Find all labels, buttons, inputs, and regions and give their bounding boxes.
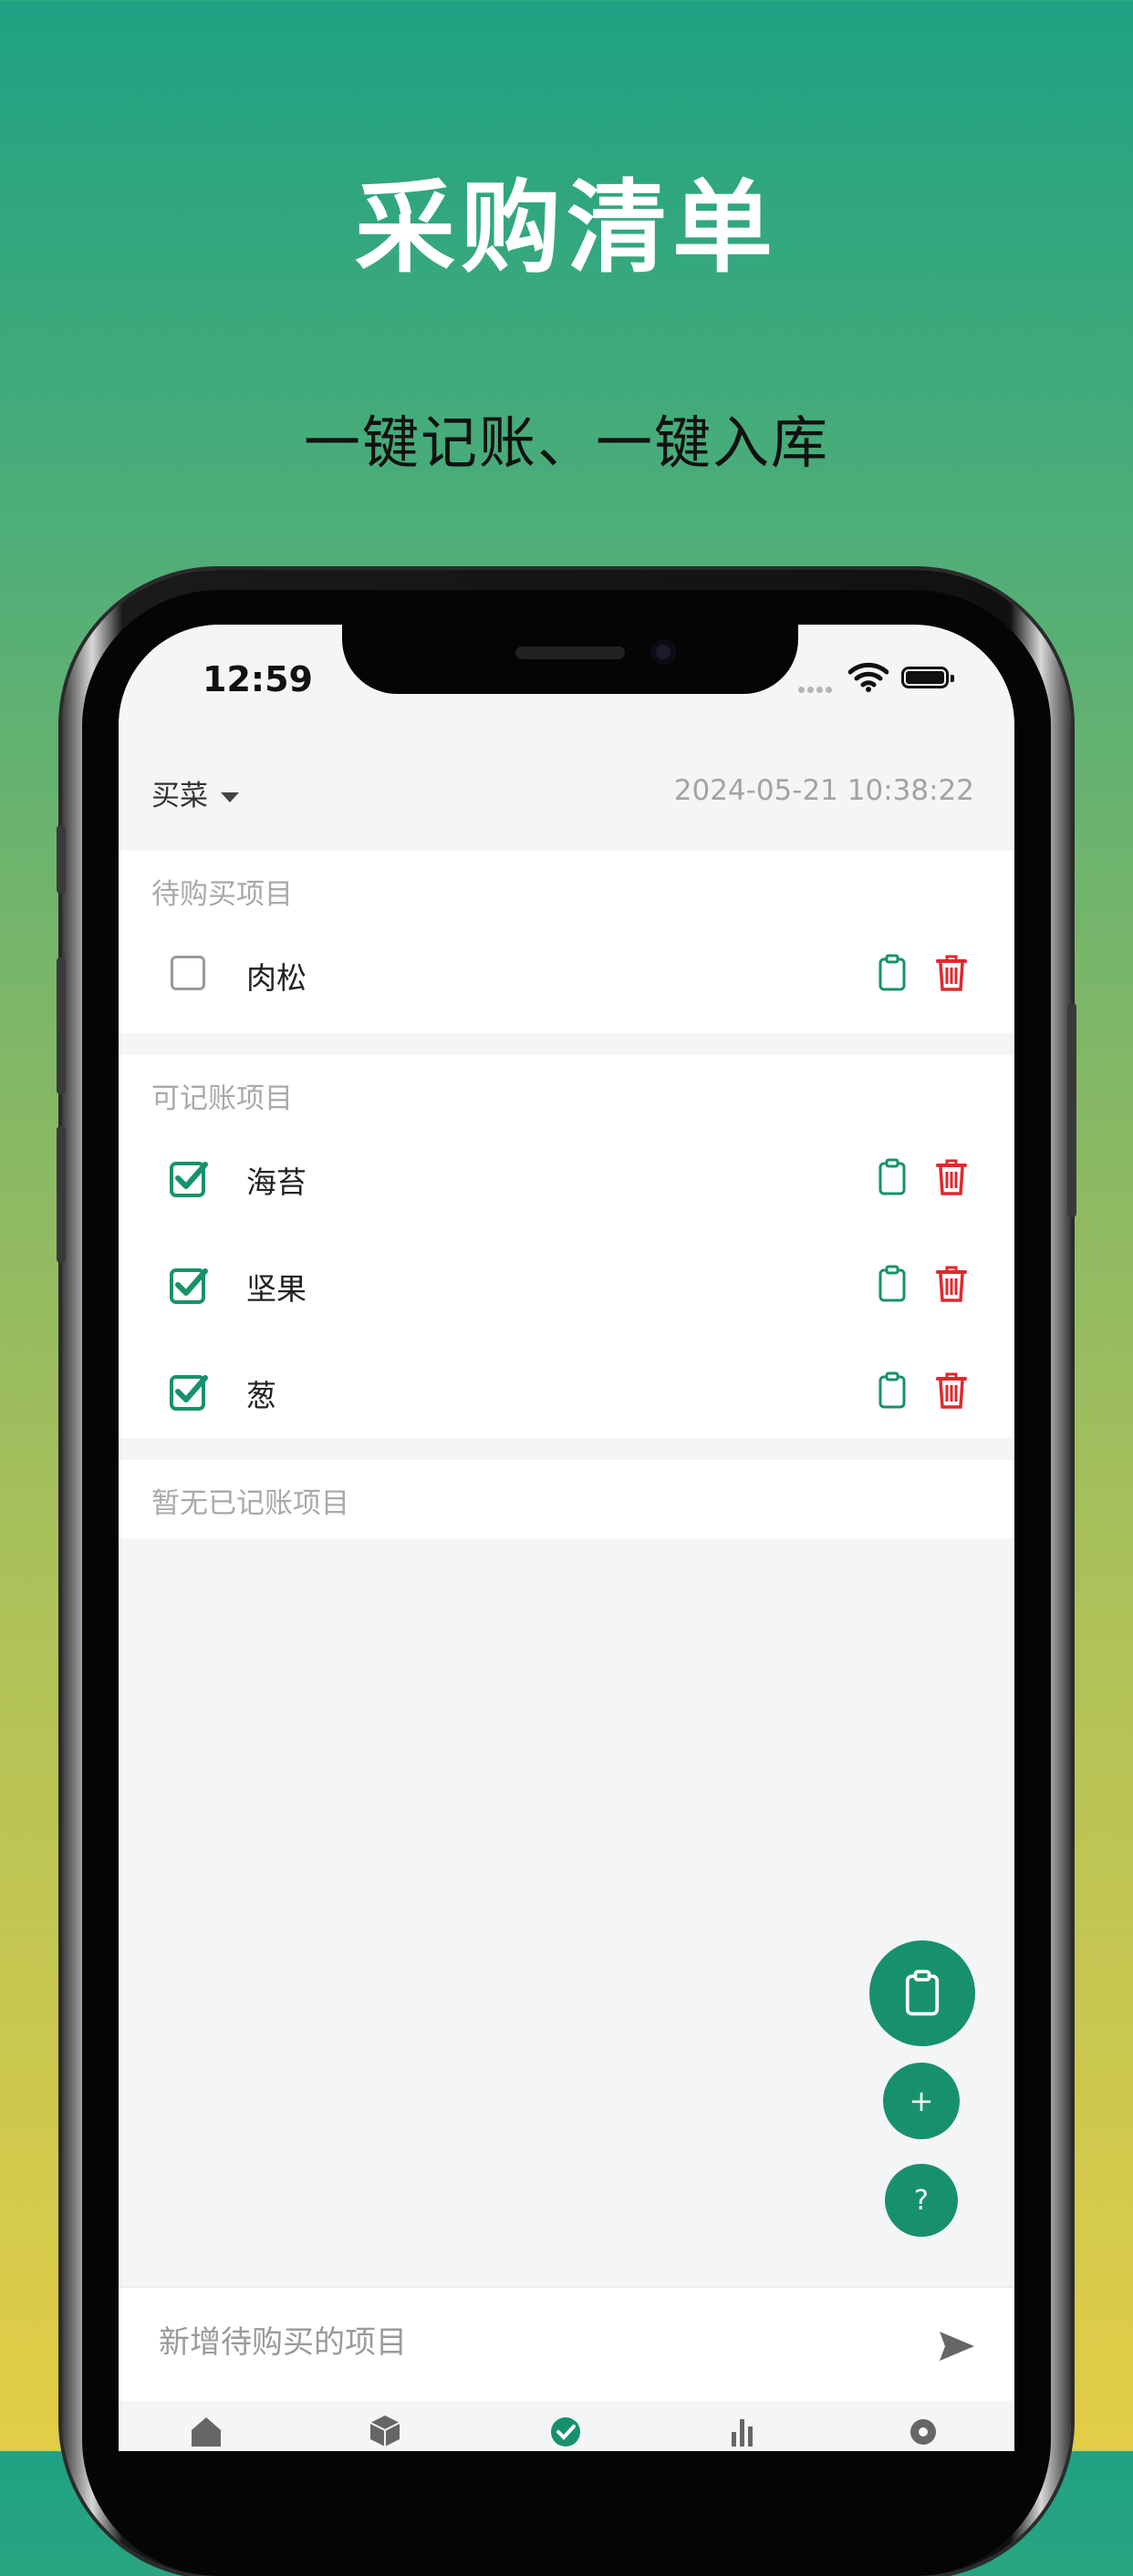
promo-subtitle: 一键记账、一键入库 <box>303 409 829 476</box>
item-label: 肉松 <box>246 960 307 996</box>
wifi-icon <box>848 662 889 692</box>
trash-icon[interactable] <box>936 954 967 992</box>
list-datetime: 2024-05-21 10:38:22 <box>673 774 974 807</box>
new-item-bar <box>119 2286 1014 2403</box>
app-screen: 12:59 买菜 2024-05-21 10:38:22 待购买项目 肉松 可记 <box>119 625 1014 2451</box>
gear-icon[interactable] <box>905 2412 941 2448</box>
trash-icon[interactable] <box>936 1371 967 1410</box>
checked-checkbox-icon[interactable] <box>169 1265 209 1305</box>
notch <box>342 625 798 694</box>
recorded-section: 暂无已记账项目 <box>119 1460 1014 1538</box>
status-time: 12:59 <box>203 659 313 699</box>
help-icon: ? <box>914 2184 929 2217</box>
caret-down-icon <box>221 792 239 802</box>
front-camera <box>650 639 676 665</box>
help-fab[interactable]: ? <box>885 2164 958 2237</box>
phone-volume-down <box>57 1126 66 1263</box>
item-label: 海苔 <box>246 1164 307 1200</box>
list-item: 坚果 <box>119 1235 1014 1335</box>
item-label: 坚果 <box>246 1271 307 1307</box>
clipboard-icon[interactable] <box>878 1265 907 1303</box>
list-item: 葱 <box>119 1341 1014 1442</box>
speaker <box>515 647 625 659</box>
pending-section: 待购买项目 肉松 <box>119 851 1014 1033</box>
clipboard-icon[interactable] <box>878 954 907 992</box>
add-item-fab[interactable]: + <box>883 2063 960 2139</box>
box-icon[interactable] <box>367 2412 403 2448</box>
category-dropdown[interactable]: 买菜 <box>151 772 239 813</box>
list-header: 买菜 2024-05-21 10:38:22 <box>119 734 1014 834</box>
new-item-input[interactable] <box>159 2315 889 2370</box>
category-label: 买菜 <box>151 780 208 812</box>
list-item: 海苔 <box>119 1128 1014 1228</box>
battery-icon <box>901 667 954 688</box>
item-label: 葱 <box>246 1378 276 1413</box>
billable-section: 可记账项目 海苔 坚果 葱 <box>119 1055 1014 1438</box>
clipboard-icon[interactable] <box>878 1371 907 1410</box>
promo-title: 采购清单 <box>355 170 778 286</box>
cellular-signal-icon <box>798 679 835 697</box>
clipboard-icon[interactable] <box>878 1158 907 1196</box>
trash-icon[interactable] <box>936 1158 967 1196</box>
recorded-empty-text: 暂无已记账项目 <box>151 1487 349 1520</box>
trash-icon[interactable] <box>936 1265 967 1303</box>
send-icon[interactable] <box>938 2330 976 2363</box>
home-icon[interactable] <box>188 2412 224 2448</box>
checked-checkbox-icon[interactable] <box>169 1158 209 1198</box>
bar-chart-icon[interactable] <box>726 2412 763 2448</box>
item-checkbox[interactable] <box>171 956 205 990</box>
list-item: 肉松 <box>119 924 1014 1024</box>
check-circle-icon[interactable] <box>547 2412 584 2448</box>
clipboard-icon <box>905 1970 940 2016</box>
phone-silent-switch <box>57 825 66 894</box>
tab-bar <box>119 2401 1014 2451</box>
phone-volume-up <box>57 957 66 1094</box>
checked-checkbox-icon[interactable] <box>169 1371 209 1412</box>
billable-section-title: 可记账项目 <box>151 1082 293 1115</box>
clipboard-fab[interactable] <box>869 1940 975 2046</box>
plus-icon: + <box>909 2084 934 2118</box>
phone-power-button <box>1067 1003 1076 1217</box>
pending-section-title: 待购买项目 <box>151 878 293 911</box>
